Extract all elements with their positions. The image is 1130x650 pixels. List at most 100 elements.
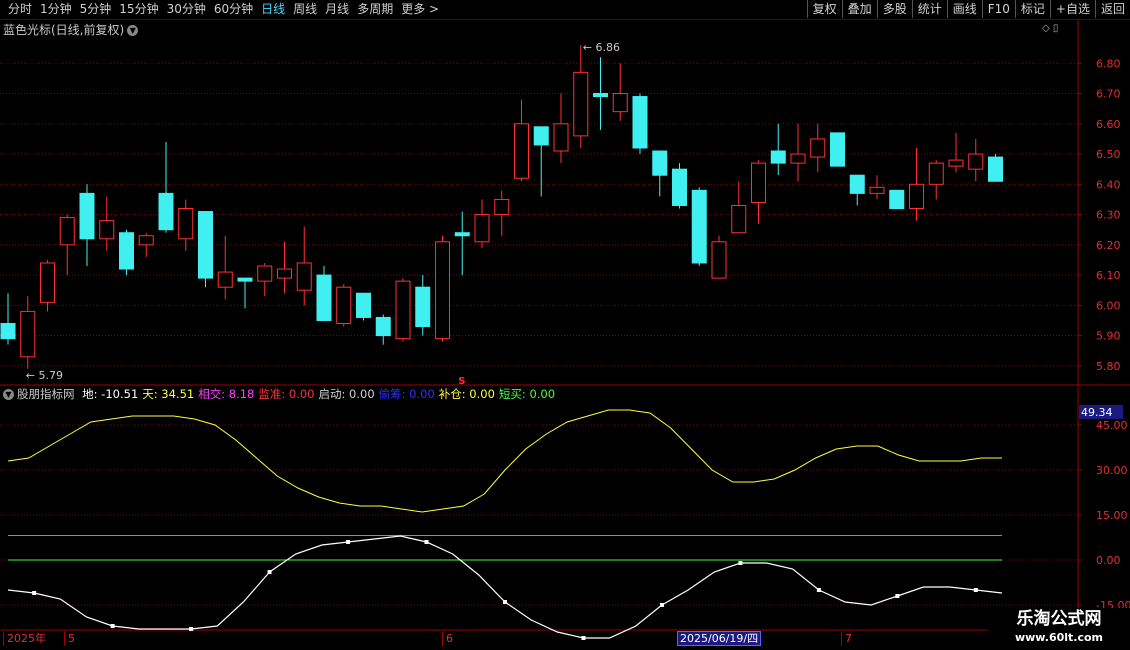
- candle-up: [514, 123, 529, 179]
- di-dot: [895, 594, 900, 598]
- di-dot: [110, 624, 115, 628]
- price-tick-label: 6.20: [1096, 239, 1121, 252]
- di-dot: [973, 588, 978, 592]
- date-axis-label: 2025年: [7, 632, 46, 645]
- main-chart-title: 蓝色光标(日线,前复权) ▼: [3, 21, 139, 38]
- candle-up: [573, 71, 589, 137]
- candle-up: [909, 183, 924, 210]
- candle-down: [237, 277, 253, 282]
- candle-down: [672, 168, 687, 206]
- candle-up: [277, 268, 292, 279]
- stock-title-label: 蓝色光标(日线,前复权): [3, 23, 125, 37]
- candle-up: [711, 241, 727, 279]
- price-tick-label: 6.60: [1096, 118, 1121, 131]
- date-axis-tick: [841, 631, 842, 646]
- chevron-down-icon[interactable]: ▼: [127, 25, 139, 36]
- di-dot: [424, 540, 429, 544]
- indicator-tick-label: 0.00: [1096, 554, 1121, 567]
- candle-up: [395, 280, 411, 340]
- candle-down: [454, 232, 470, 237]
- chart-canvas[interactable]: 6.80 6.70 6.60 6.50 6.40 6.30 6.20 6.10 6.00 5.90…: [0, 0, 1130, 650]
- candle-up: [99, 220, 115, 240]
- candle-up: [494, 198, 510, 216]
- di-dot: [816, 588, 821, 592]
- candle-down: [988, 156, 1003, 182]
- indicator-title-bar: ▼ 股朋指标网 地: -10.51 天: 34.51 相交: 8.18 监准: 0.00…: [3, 386, 559, 402]
- candle-up: [790, 153, 806, 164]
- indicator-tick-label: 30.00: [1096, 464, 1128, 477]
- candle-up: [40, 262, 55, 303]
- candle-down: [770, 150, 786, 164]
- candle-up: [948, 159, 964, 167]
- price-tick-label: 6.80: [1096, 57, 1121, 70]
- candle-up: [336, 286, 352, 325]
- di-dot: [738, 561, 743, 565]
- price-tick-label: 6.40: [1096, 178, 1121, 191]
- high-price-label: ← 6.86: [583, 41, 620, 54]
- candle-down: [316, 274, 332, 321]
- di-line: [7, 535, 1003, 639]
- current-value-label: 49.34: [1081, 406, 1113, 419]
- candle-down: [0, 323, 16, 340]
- candle-down: [158, 192, 174, 231]
- candle-down: [533, 126, 549, 146]
- candle-up: [869, 186, 885, 194]
- candle-down: [119, 232, 134, 270]
- candle-down: [652, 150, 668, 176]
- candle-up: [59, 217, 75, 246]
- indicator-field-3: 监准: 0.00: [258, 387, 315, 401]
- candle-up: [435, 241, 450, 340]
- date-axis-label: 7: [845, 632, 852, 645]
- candle-up: [612, 93, 628, 113]
- candle-up: [296, 262, 312, 291]
- candle-up: [257, 265, 273, 282]
- price-tick-label: 6.00: [1096, 299, 1121, 312]
- price-tick-label: 6.50: [1096, 148, 1121, 161]
- date-axis-tick: [64, 631, 65, 646]
- indicator-field-7: 短买: 0.00: [498, 387, 556, 401]
- di-dot: [659, 603, 664, 607]
- candle-up: [138, 235, 154, 246]
- date-axis-label: 5: [68, 632, 75, 645]
- date-axis: 2025年 5 6 7 2025/06/19/四: [0, 631, 1078, 647]
- low-price-label: ← 5.79: [26, 369, 63, 382]
- price-tick-label: 6.10: [1096, 269, 1121, 282]
- price-tick-label: 6.70: [1096, 88, 1121, 101]
- candle-up: [474, 214, 490, 243]
- candle-up: [968, 153, 984, 170]
- indicator-field-4: 启动: 0.00: [318, 387, 375, 401]
- candle-down: [632, 96, 648, 149]
- candle-down: [415, 286, 431, 328]
- di-dot: [32, 591, 37, 595]
- indicator-field-2: 相交: 8.18: [198, 387, 255, 401]
- indicator-tick-label: 45.00: [1096, 419, 1128, 432]
- di-dot: [503, 600, 507, 604]
- date-axis-label: 6: [446, 632, 453, 645]
- candle-up: [810, 138, 826, 158]
- candle-down: [889, 189, 905, 210]
- corner-controls: ◇ ▯: [1042, 23, 1058, 34]
- date-axis-tick: [3, 631, 4, 646]
- candle-up: [217, 271, 233, 288]
- panel-toggle-icon[interactable]: ▯: [1053, 23, 1059, 34]
- candle-down: [356, 292, 371, 318]
- indicator-field-0: 地: -10.51: [82, 387, 139, 401]
- price-tick-label: 5.90: [1096, 330, 1121, 343]
- candle-down: [691, 189, 707, 264]
- indicator-field-6: 补仓: 0.00: [438, 387, 495, 401]
- date-axis-tick: [442, 631, 443, 646]
- di-dot: [267, 570, 272, 574]
- candle-up: [20, 310, 36, 358]
- price-tick-label: 5.80: [1096, 360, 1121, 373]
- candle-down: [593, 93, 608, 98]
- candle-up: [751, 162, 766, 203]
- cursor-date-label: 2025/06/19/四: [677, 631, 762, 646]
- price-tick-label: 6.30: [1096, 209, 1121, 222]
- watermark-line2: www.60lt.com: [1014, 631, 1104, 644]
- indicator-name: 股朋指标网: [17, 387, 75, 401]
- candle-down: [198, 211, 213, 279]
- watermark-line1: 乐淘公式网: [1016, 609, 1102, 629]
- chevron-down-icon[interactable]: ▼: [3, 389, 14, 400]
- diamond-icon[interactable]: ◇: [1042, 23, 1050, 34]
- indicator-field-5: 偷筹: 0.00: [378, 387, 435, 401]
